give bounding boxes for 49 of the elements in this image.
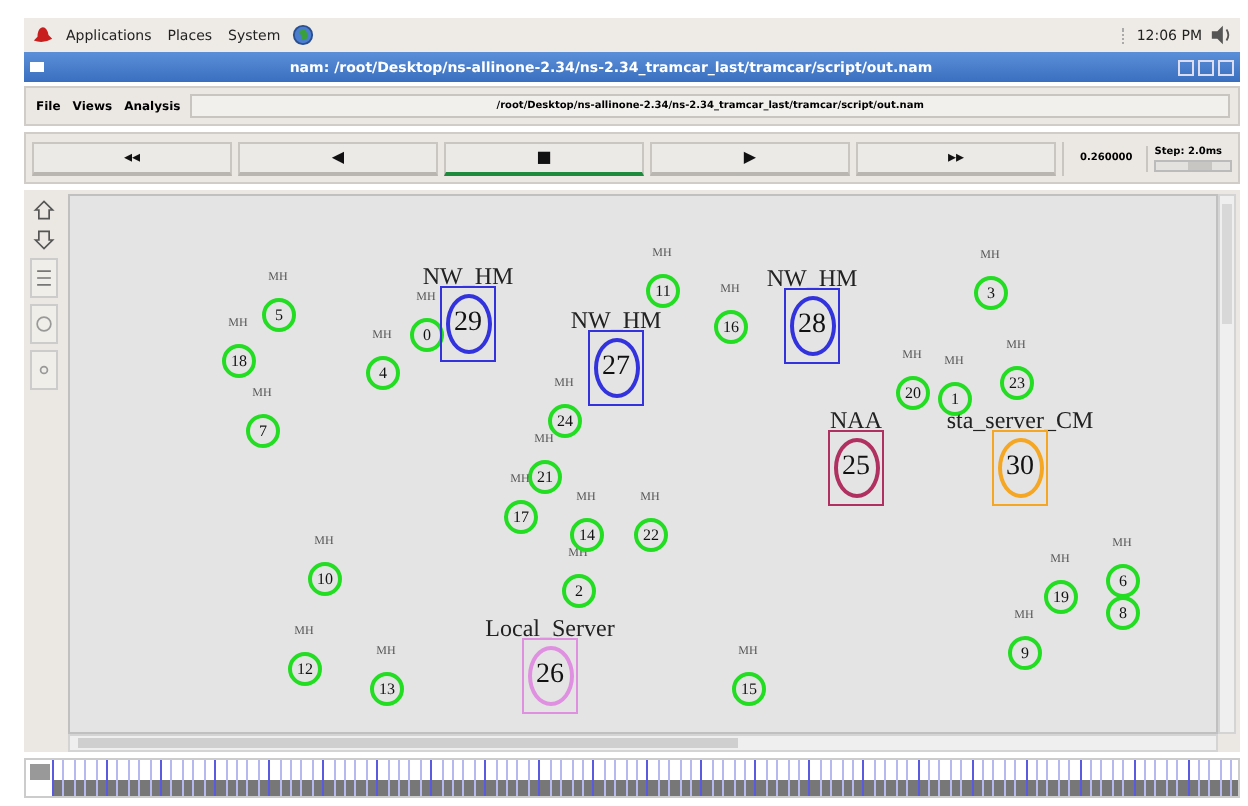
mobile-node: 12: [288, 652, 322, 686]
node-caption: NW_HM: [422, 262, 514, 292]
mobile-node: 1: [938, 382, 972, 416]
mobile-node: 18: [222, 344, 256, 378]
mobile-node: 13: [370, 672, 404, 706]
station-node: 26: [527, 646, 573, 706]
mobile-node: 16: [714, 310, 748, 344]
playback-button[interactable]: ◀: [238, 141, 438, 175]
zoom-out-icon[interactable]: [32, 228, 56, 252]
mobile-node: 17: [504, 500, 538, 534]
playback-button[interactable]: ▶: [650, 141, 850, 175]
playback-button[interactable]: ▸▸: [856, 141, 1056, 175]
slider-thumb[interactable]: [1188, 161, 1213, 169]
mobile-node: 24: [548, 404, 582, 438]
timeline-drawing[interactable]: [24, 758, 1240, 798]
mobile-node: 15: [732, 672, 766, 706]
station-node: 27: [593, 338, 639, 398]
mobile-node: 21: [528, 460, 562, 494]
mobile-node: 5: [262, 298, 296, 332]
station-node: 28: [789, 296, 835, 356]
mobile-node: 10: [308, 562, 342, 596]
step-slider[interactable]: [1154, 159, 1232, 171]
mobile-node: 9: [1008, 636, 1042, 670]
mobile-node: 22: [634, 518, 668, 552]
mobile-node: 4: [366, 356, 400, 390]
mobile-node: 19: [1044, 580, 1078, 614]
mobile-node: 20: [896, 376, 930, 410]
node-caption: NAA: [830, 406, 882, 436]
playback-button[interactable]: ■: [444, 141, 644, 175]
station-node: 25: [833, 438, 879, 498]
mobile-node: 2: [562, 574, 596, 608]
station-node: 30: [997, 438, 1043, 498]
station-node: 29: [445, 294, 491, 354]
globe-icon[interactable]: [292, 24, 315, 46]
mobile-node: 3: [974, 276, 1008, 310]
mobile-node: 11: [646, 274, 680, 308]
mobile-node: 8: [1106, 596, 1140, 630]
horizontal-scrollbar[interactable]: [68, 734, 1218, 752]
node-caption: NW_HM: [570, 306, 662, 336]
node-caption: Local_Server: [485, 614, 615, 644]
vertical-scrollbar[interactable]: [1218, 194, 1236, 734]
mobile-node: 0: [410, 318, 444, 352]
mobile-node: 7: [246, 414, 280, 448]
node-caption: NW_HM: [766, 264, 858, 294]
playback-button[interactable]: ◂◂: [32, 141, 232, 175]
zoom-in-icon[interactable]: [32, 198, 56, 222]
mobile-node: 23: [1000, 366, 1034, 400]
speaker-icon[interactable]: [1210, 24, 1232, 46]
mobile-node: 6: [1106, 564, 1140, 598]
